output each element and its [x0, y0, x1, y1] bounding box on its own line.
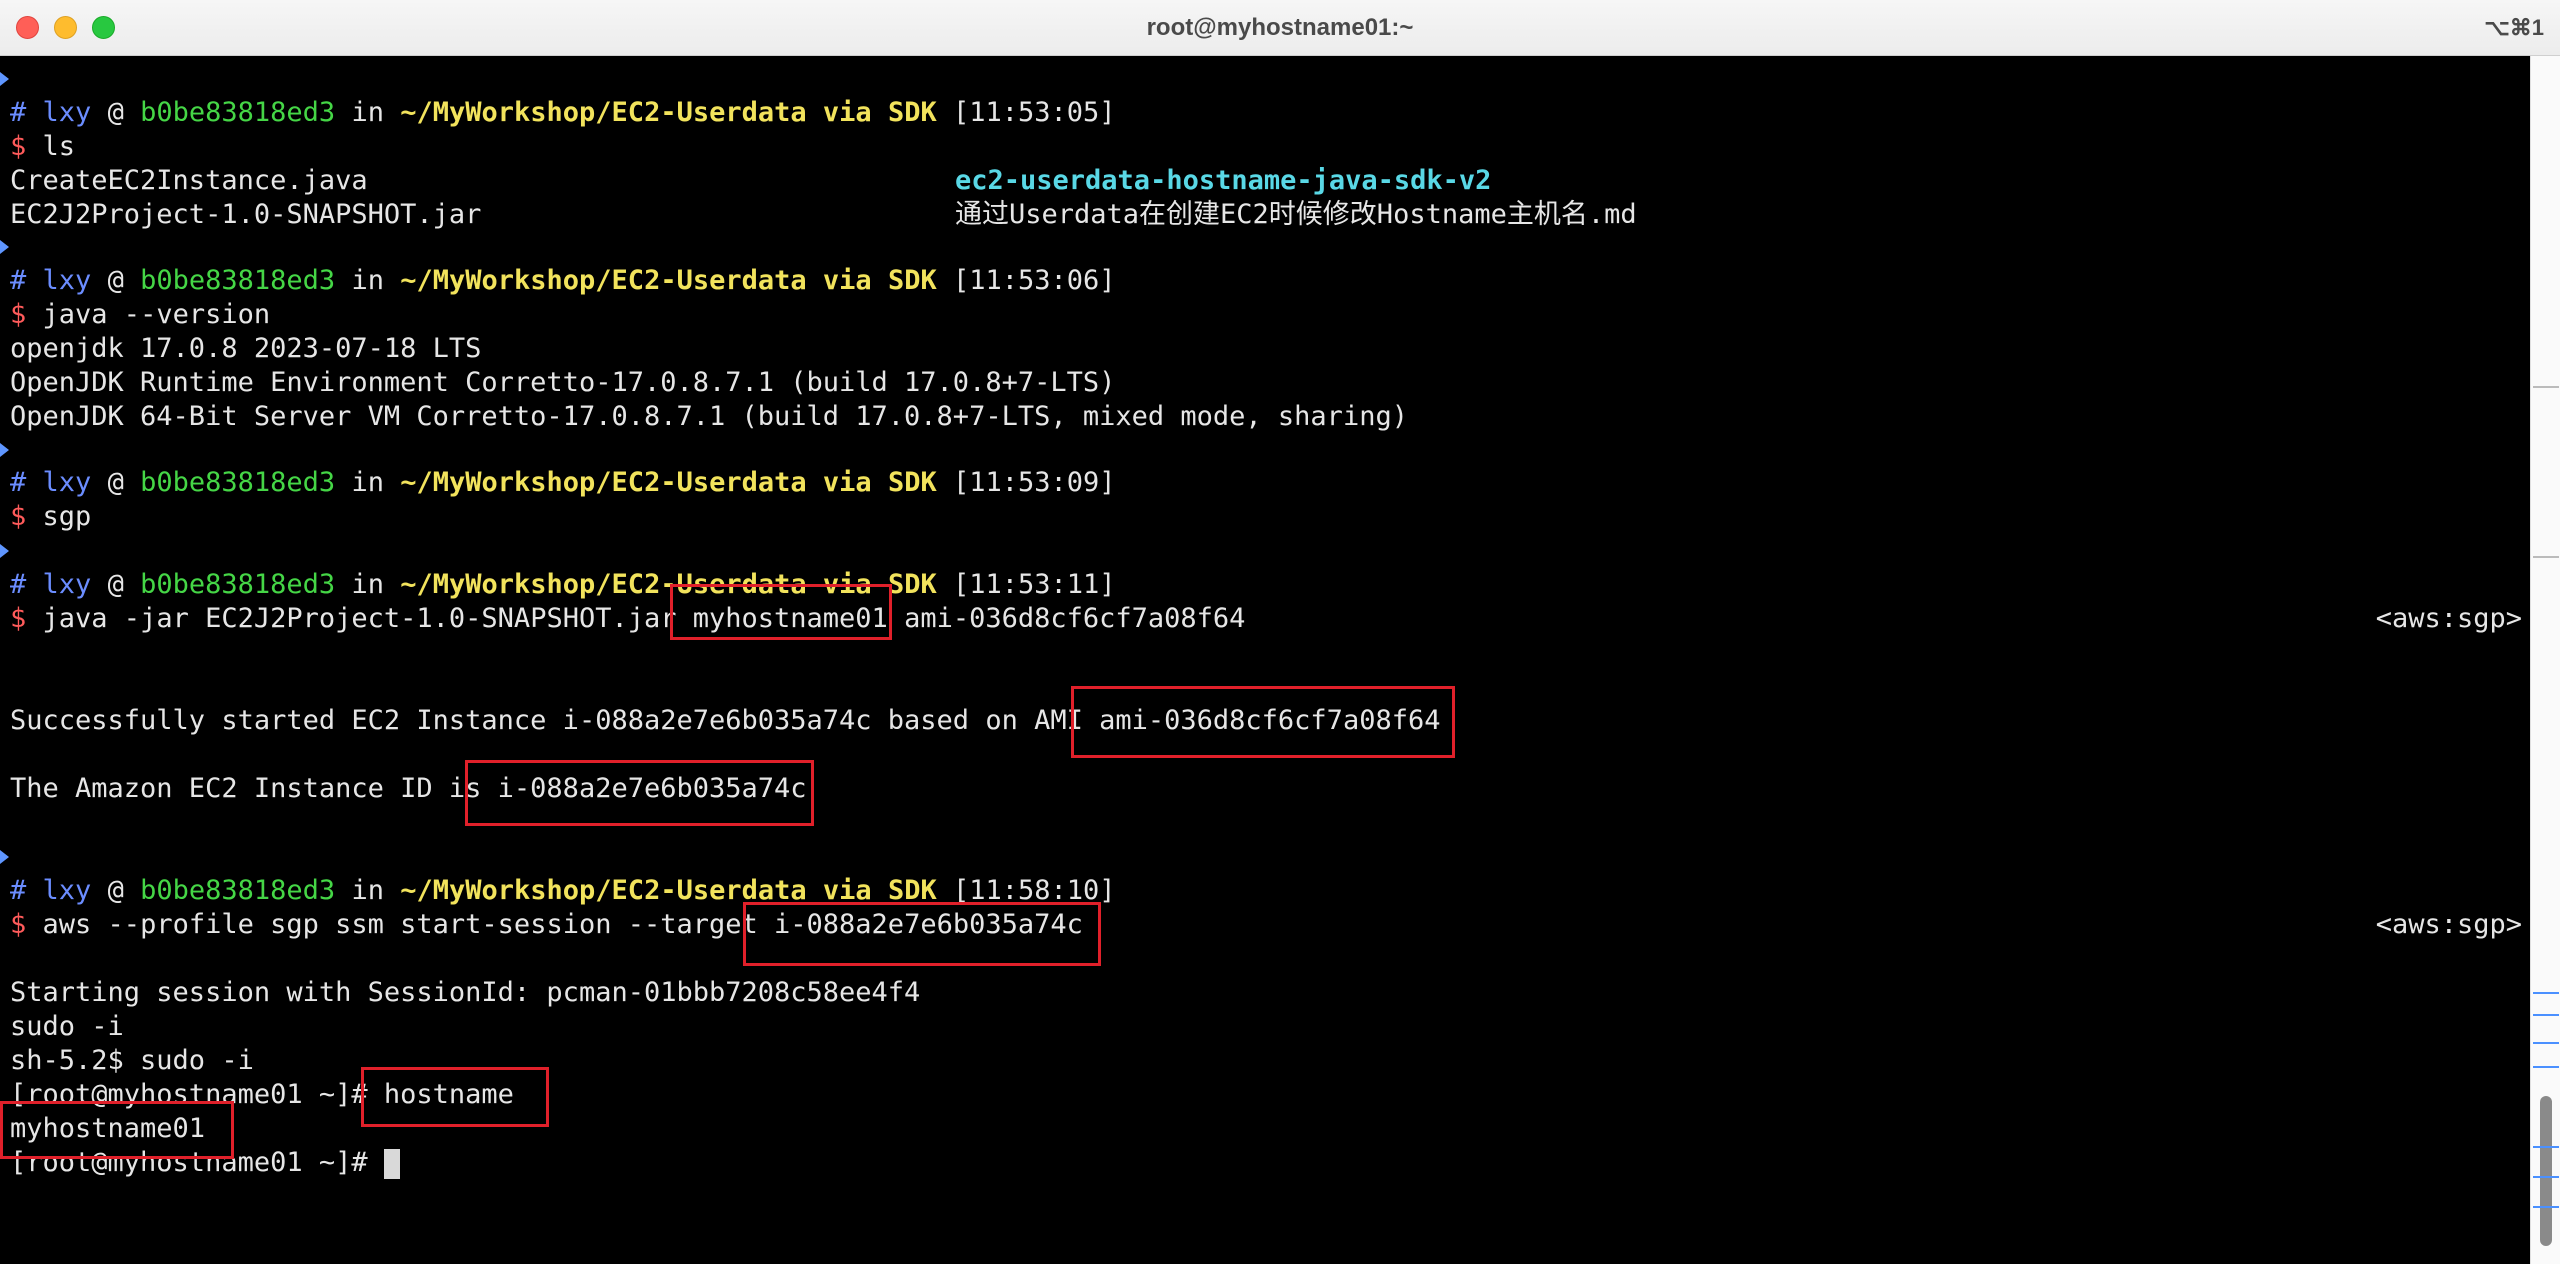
scroll-mark	[2533, 1146, 2559, 1148]
scroll-mark	[2533, 1176, 2559, 1178]
highlight-box	[670, 584, 892, 640]
output-line: sudo -i	[10, 1011, 124, 1042]
window-titlebar: root@myhostname01:~ ⌥⌘1	[0, 0, 2560, 56]
aws-profile-indicator: <aws:sgp>	[2375, 909, 2522, 940]
command-line: $ sgp	[10, 501, 92, 532]
scroll-mark	[2533, 1014, 2559, 1016]
highlight-box	[361, 1067, 549, 1127]
prompt-marker-icon	[0, 72, 9, 86]
scroll-mark	[2533, 992, 2559, 994]
prompt-line: # lxy @ b0be83818ed3 in ~/MyWorkshop/EC2…	[10, 265, 1116, 296]
prompt-marker-icon	[0, 544, 9, 558]
prompt-marker-icon	[0, 850, 9, 864]
window-shortcut-label: ⌥⌘1	[2484, 15, 2544, 40]
highlight-box	[465, 760, 814, 826]
prompt-line: # lxy @ b0be83818ed3 in ~/MyWorkshop/EC2…	[10, 569, 1116, 600]
prompt-marker-icon	[0, 240, 9, 254]
scroll-mark	[2533, 1066, 2559, 1068]
scroll-mark	[2533, 1042, 2559, 1044]
prompt-marker-icon	[0, 443, 9, 457]
highlight-box	[0, 1101, 234, 1159]
command-line: $ ls	[10, 131, 76, 162]
ls-entry-directory: ec2-userdata-hostname-java-sdk-v2	[955, 165, 1492, 196]
window-title: root@myhostname01:~	[1146, 14, 1414, 41]
ls-entry: 通过Userdata在创建EC2时候修改Hostname主机名.md	[955, 199, 1637, 230]
output-line: sh-5.2$ sudo -i	[10, 1045, 254, 1076]
ls-entry: CreateEC2Instance.java	[10, 165, 368, 196]
output-line: openjdk 17.0.8 2023-07-18 LTS	[10, 333, 482, 364]
scroll-mark	[2533, 1206, 2559, 1208]
ls-entry: EC2J2Project-1.0-SNAPSHOT.jar	[10, 199, 482, 230]
scroll-mark	[2533, 556, 2559, 558]
aws-profile-indicator: <aws:sgp>	[2375, 603, 2522, 634]
scrollbar-thumb[interactable]	[2540, 1096, 2552, 1246]
highlight-box	[743, 902, 1101, 966]
terminal-output[interactable]: # lxy @ b0be83818ed3 in ~/MyWorkshop/EC2…	[0, 56, 2530, 1264]
prompt-line: # lxy @ b0be83818ed3 in ~/MyWorkshop/EC2…	[10, 467, 1116, 498]
command-line: $ java --version	[10, 299, 271, 330]
output-line: Starting session with SessionId: pcman-0…	[10, 977, 921, 1008]
highlight-box	[1071, 686, 1455, 758]
prompt-line: # lxy @ b0be83818ed3 in ~/MyWorkshop/EC2…	[10, 97, 1116, 128]
output-line: OpenJDK Runtime Environment Corretto-17.…	[10, 367, 1116, 398]
output-line: OpenJDK 64-Bit Server VM Corretto-17.0.8…	[10, 401, 1408, 432]
command-line: $ java -jar EC2J2Project-1.0-SNAPSHOT.ja…	[10, 603, 1246, 634]
text-cursor	[383, 1148, 400, 1179]
terminal-scrollbar[interactable]	[2530, 56, 2560, 1264]
scroll-mark	[2533, 386, 2559, 388]
